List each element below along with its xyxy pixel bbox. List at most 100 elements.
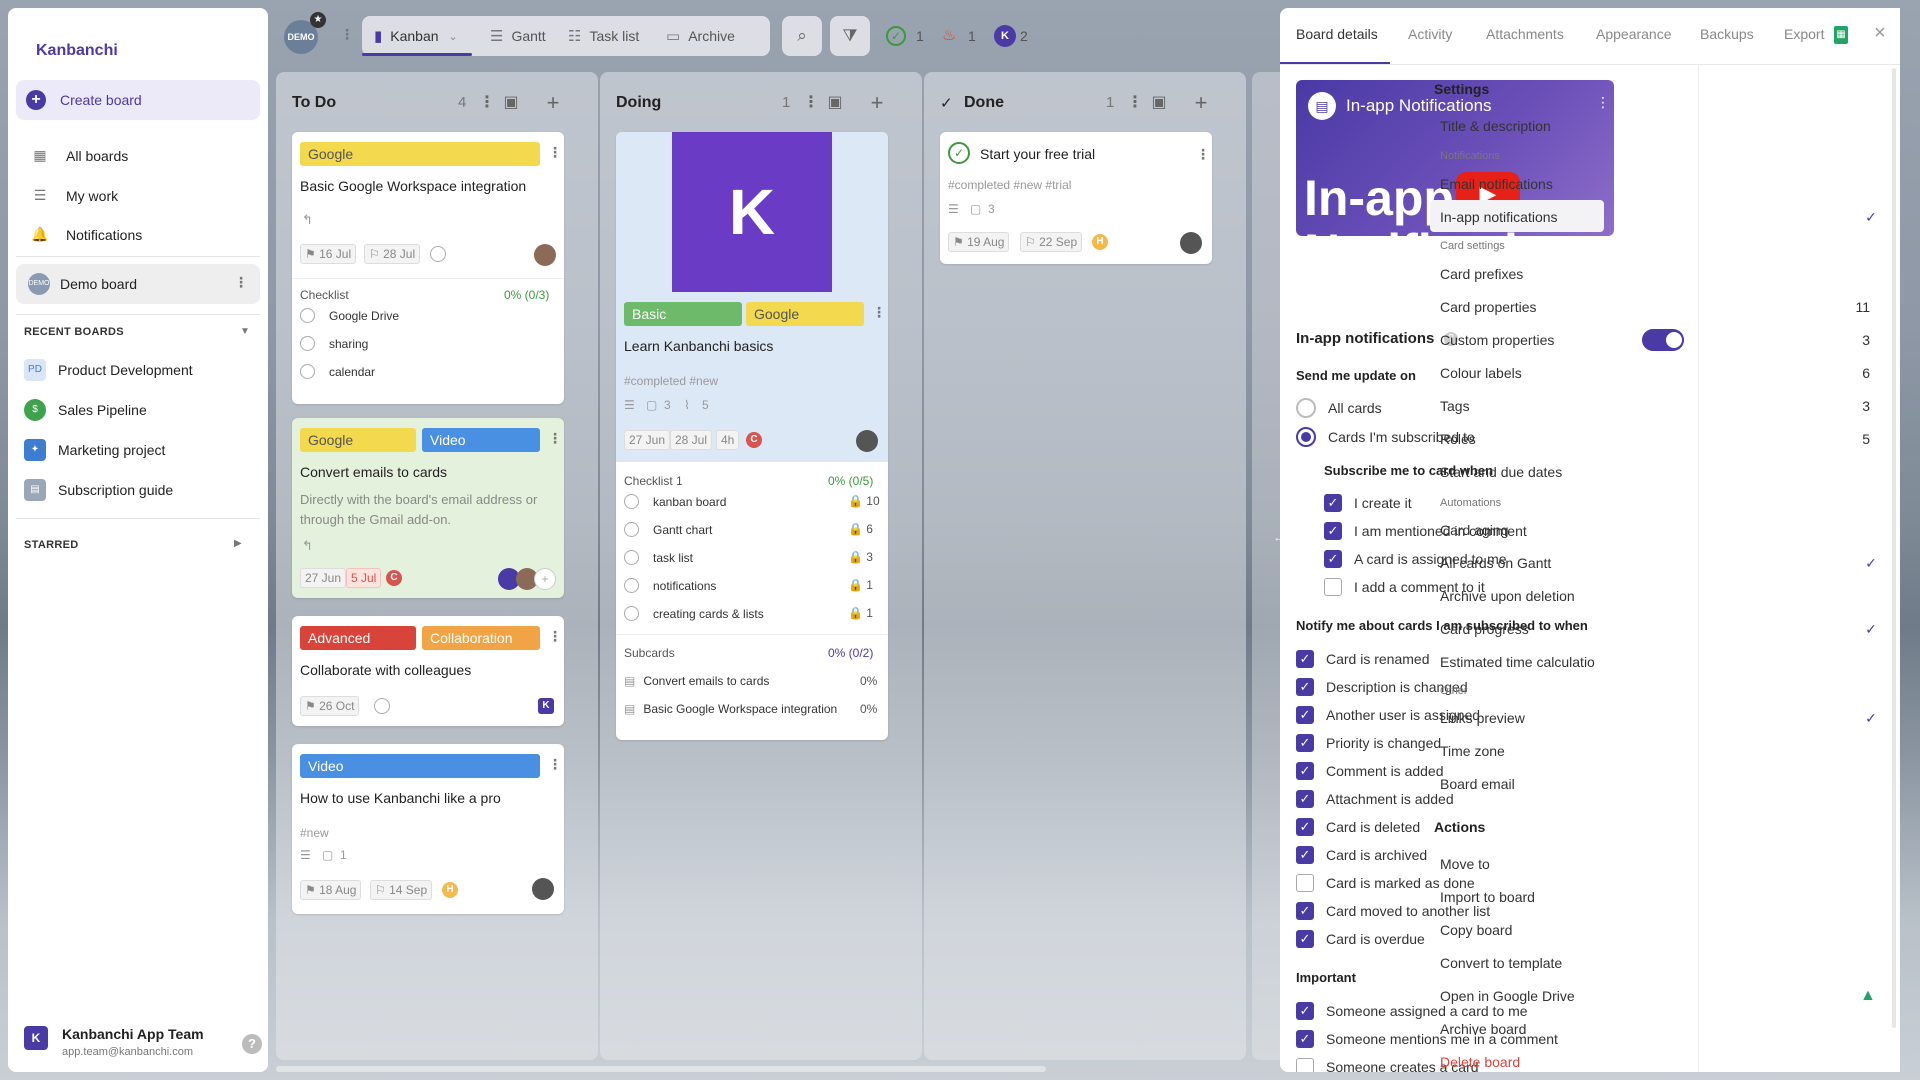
card[interactable]: Google Video ⋮ Convert emails to cards D… xyxy=(292,418,564,598)
checkbox[interactable]: ✓ xyxy=(1296,846,1314,864)
due-date-chip[interactable]: ⚐ 22 Sep xyxy=(1020,232,1083,252)
checklist-item[interactable]: Gantt chart xyxy=(624,522,712,537)
start-date-chip[interactable]: 27 Jun xyxy=(300,568,347,588)
help-icon[interactable]: ? xyxy=(242,1034,262,1054)
card-template-icon[interactable]: ▣ xyxy=(822,90,848,116)
member-avatar[interactable]: K xyxy=(994,25,1016,47)
kebab-icon[interactable]: ⋮ xyxy=(1122,90,1148,116)
caret-down-icon[interactable]: ▼ xyxy=(240,326,250,337)
add-card-icon[interactable]: + xyxy=(540,90,566,116)
checklist-item[interactable]: kanban board xyxy=(624,494,726,509)
caret-right-icon[interactable]: ▶ xyxy=(234,538,242,549)
settings-automation-item[interactable]: Card aging xyxy=(1440,522,1509,538)
add-card-icon[interactable]: + xyxy=(864,90,890,116)
card-template-icon[interactable]: ▣ xyxy=(498,90,524,116)
checkbox-row[interactable]: ✓ Comment is added xyxy=(1296,762,1444,780)
checklist-item[interactable]: Google Drive xyxy=(300,308,399,323)
settings-card-item[interactable]: Tags xyxy=(1440,398,1470,414)
checklist-item[interactable]: calendar xyxy=(300,364,375,379)
star-icon[interactable]: ★ xyxy=(310,12,326,28)
settings-automation-item[interactable]: Card progress xyxy=(1440,621,1529,637)
kebab-icon[interactable]: ⋮ xyxy=(548,756,562,773)
action-item[interactable]: Delete board xyxy=(1440,1054,1520,1070)
checkbox-row[interactable]: ✓ Card is overdue xyxy=(1296,930,1425,948)
estimate-chip[interactable]: 4h xyxy=(716,430,740,450)
board-scrollbar[interactable] xyxy=(276,1066,1046,1072)
recent-board-item[interactable]: ✦ Marketing project xyxy=(24,433,260,467)
start-date-chip[interactable]: ⚑ 18 Aug xyxy=(300,880,362,900)
app-logo[interactable]: Kanbanchi xyxy=(36,42,118,60)
due-date-chip[interactable]: ⚐ 14 Sep xyxy=(370,880,433,900)
chevron-down-icon[interactable]: ⌄ xyxy=(449,30,458,43)
assignee-avatar[interactable] xyxy=(532,878,554,900)
radio-all-cards[interactable]: All cards xyxy=(1296,398,1382,418)
kebab-icon[interactable]: ⋮ xyxy=(340,26,354,43)
checkbox-circle-icon[interactable] xyxy=(624,494,639,509)
radio-button[interactable] xyxy=(1296,398,1316,418)
checkbox-circle-icon[interactable] xyxy=(300,364,315,379)
settings-card-item[interactable]: Card prefixes xyxy=(1440,266,1523,282)
kebab-icon[interactable]: ⋮ xyxy=(1596,94,1610,111)
recent-board-item[interactable]: ▤ Subscription guide xyxy=(24,473,260,507)
tab-activity[interactable]: Activity xyxy=(1408,26,1452,42)
radio-button[interactable] xyxy=(1296,427,1316,447)
checklist-item[interactable]: task list xyxy=(624,550,693,565)
checkbox[interactable]: ✓ xyxy=(1296,930,1314,948)
settings-card-item[interactable]: Card properties xyxy=(1440,299,1537,315)
kebab-icon[interactable]: ⋮ xyxy=(474,90,500,116)
checkbox-row[interactable]: ✓ I create it xyxy=(1324,494,1412,512)
checkbox[interactable]: ✓ xyxy=(1296,734,1314,752)
card[interactable]: K Basic Google ⋮ Learn Kanbanchi basics … xyxy=(616,132,888,740)
start-date-chip[interactable]: ⚑ 19 Aug xyxy=(948,232,1010,252)
due-date-chip[interactable]: 28 Jul xyxy=(670,430,713,450)
card[interactable]: Video ⋮ How to use Kanbanchi like a pro … xyxy=(292,744,564,914)
checkbox-circle-icon[interactable] xyxy=(300,308,315,323)
subcard-item[interactable]: ▤ Convert emails to cards xyxy=(624,674,769,688)
user-account[interactable]: K Kanbanchi App Team app.team@kanbanchi.… xyxy=(24,1020,264,1064)
checkbox[interactable]: ✓ xyxy=(1296,790,1314,808)
done-check-icon[interactable]: ✓ xyxy=(948,142,970,164)
checkbox-row[interactable]: ✓ Card is deleted xyxy=(1296,818,1420,836)
view-kanban[interactable]: ▮ Kanban ⌄ xyxy=(374,16,458,56)
checkbox-circle-icon[interactable] xyxy=(624,550,639,565)
nav-notifications[interactable]: 🔔 Notifications xyxy=(16,217,260,253)
list-title[interactable]: Doing xyxy=(616,94,661,112)
checkbox-row[interactable]: ✓ Attachment is added xyxy=(1296,790,1454,808)
settings-card-item[interactable]: Custom properties xyxy=(1440,332,1554,348)
current-board-demo[interactable]: DEMO Demo board ⋮ xyxy=(16,264,260,304)
checkbox[interactable]: ✓ xyxy=(1296,902,1314,920)
settings-card-item[interactable]: Roles xyxy=(1440,431,1476,447)
settings-card-item[interactable]: Start and due dates xyxy=(1440,464,1562,480)
checkbox-circle-icon[interactable] xyxy=(624,522,639,537)
assignee-avatar[interactable] xyxy=(1180,232,1202,254)
subcard-item[interactable]: ▤ Basic Google Workspace integration xyxy=(624,702,837,716)
checkbox-row[interactable]: ✓ Card is renamed xyxy=(1296,650,1430,668)
settings-automation-item[interactable]: All cards on Gantt xyxy=(1440,555,1551,571)
action-item[interactable]: Import to board xyxy=(1440,889,1535,905)
tab-appearance[interactable]: Appearance xyxy=(1596,26,1672,42)
checkbox[interactable]: ✓ xyxy=(1324,494,1342,512)
kebab-icon[interactable]: ⋮ xyxy=(548,430,562,447)
checkbox[interactable]: ✓ xyxy=(1296,1002,1314,1020)
card[interactable]: Google ⋮ Basic Google Workspace integrat… xyxy=(292,132,564,404)
checkbox-circle-icon[interactable] xyxy=(624,606,639,621)
checkbox[interactable] xyxy=(1324,578,1342,596)
checkbox[interactable]: ✓ xyxy=(1296,678,1314,696)
assignee-avatar[interactable]: K xyxy=(538,698,554,714)
kebab-icon[interactable]: ⋮ xyxy=(548,144,562,161)
settings-title-description[interactable]: Title & description xyxy=(1440,118,1551,134)
view-task-list[interactable]: ☷ Task list xyxy=(568,16,639,56)
list-title[interactable]: Done xyxy=(964,94,1004,112)
settings-other-item[interactable]: Time zone xyxy=(1440,743,1505,759)
checkbox[interactable]: ✓ xyxy=(1324,550,1342,568)
overdue-date-chip[interactable]: 5 Jul xyxy=(346,568,382,588)
checkbox-row[interactable]: ✓ Card is archived xyxy=(1296,846,1427,864)
kebab-icon[interactable]: ⋮ xyxy=(234,274,248,291)
action-item[interactable]: Open in Google Drive xyxy=(1440,988,1575,1004)
due-date-chip[interactable]: ⚐ 28 Jul xyxy=(364,244,421,264)
due-date-chip[interactable]: ⚑ 26 Oct xyxy=(300,696,360,716)
checkbox-row[interactable]: ✓ Priority is changed xyxy=(1296,734,1441,752)
assignee-avatar[interactable] xyxy=(534,244,556,266)
assignee-avatar[interactable] xyxy=(856,430,878,452)
done-counter-icon[interactable]: ✓ xyxy=(886,26,906,46)
